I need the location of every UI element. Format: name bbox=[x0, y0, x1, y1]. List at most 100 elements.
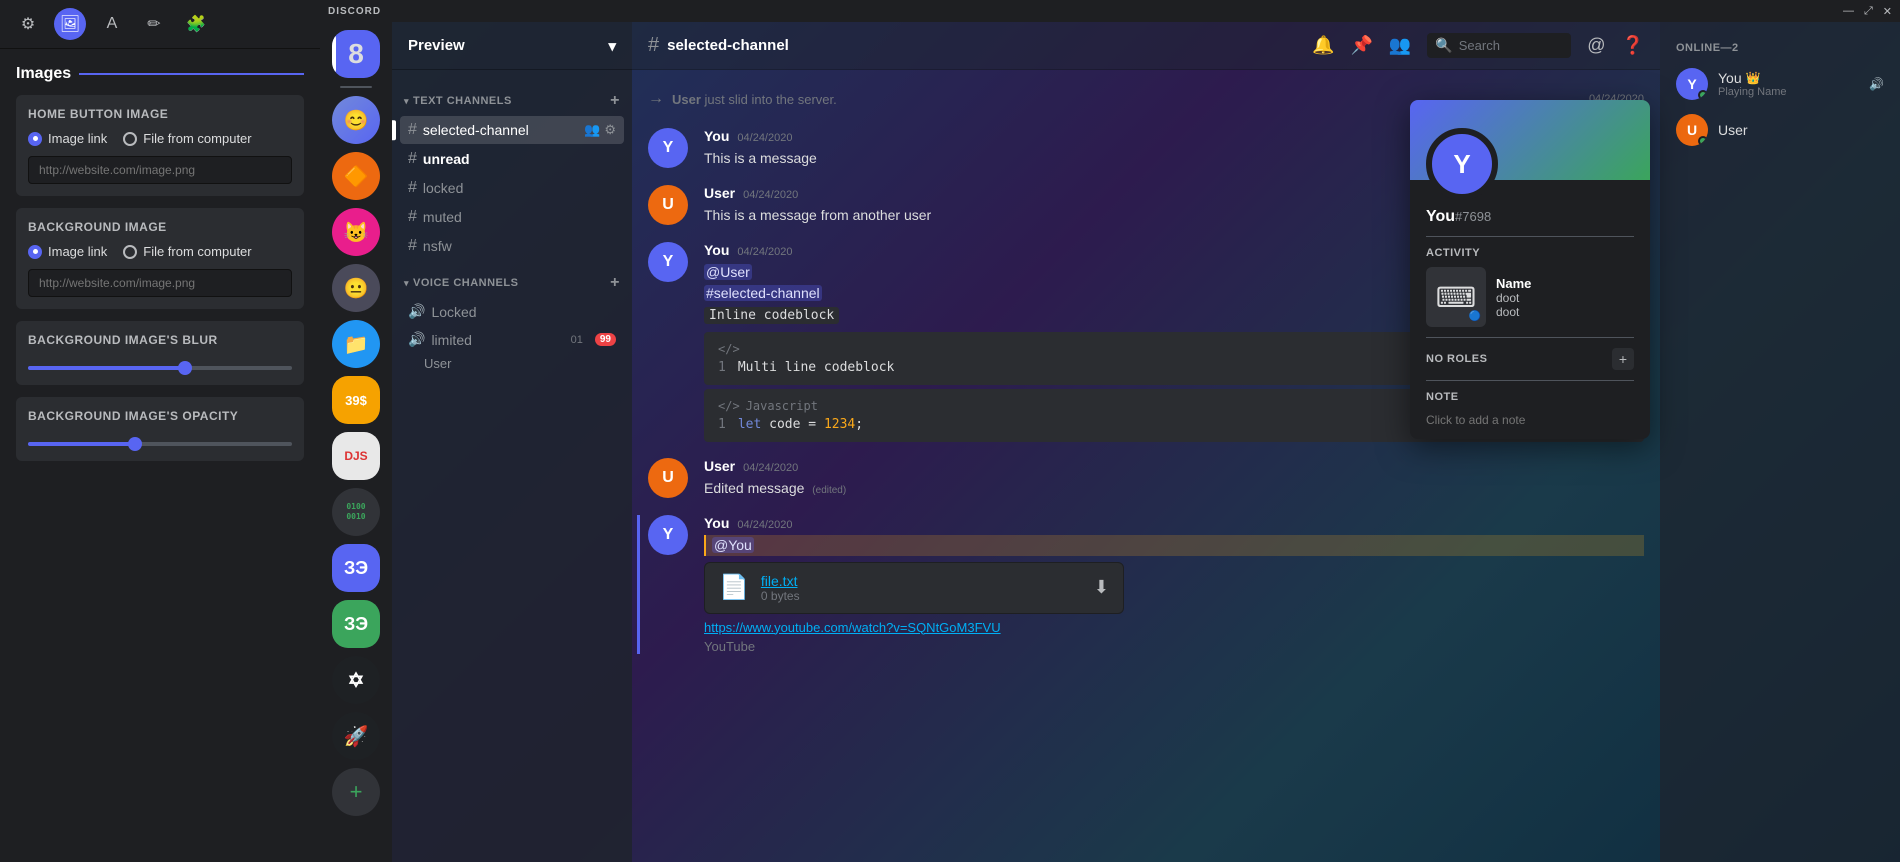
pin-icon[interactable]: 📌 bbox=[1350, 35, 1372, 56]
hash-icon-locked: # bbox=[408, 179, 417, 197]
minimize-button[interactable]: — bbox=[1843, 5, 1854, 18]
add-voice-channel-icon[interactable]: + bbox=[610, 274, 620, 292]
bg-image-link-option[interactable]: Image link bbox=[28, 244, 107, 259]
home-file-option[interactable]: File from computer bbox=[123, 131, 251, 146]
avatar-user-1: U bbox=[648, 185, 688, 225]
member-activity-you: Playing Name bbox=[1718, 86, 1786, 98]
home-button-image-group: Home button image Image link File from c… bbox=[16, 95, 304, 196]
image-toolbar-icon[interactable]: 🖼 bbox=[54, 8, 86, 40]
home-button-radio-group: Image link File from computer bbox=[28, 131, 292, 146]
server-header-chevron: ▾ bbox=[608, 37, 616, 55]
members-list-icon[interactable]: 👥 bbox=[1389, 35, 1411, 56]
close-button[interactable]: ✕ bbox=[1883, 5, 1892, 18]
puzzle-toolbar-icon[interactable]: 🧩 bbox=[180, 8, 212, 40]
voice-channel-name-locked: Locked bbox=[431, 304, 476, 320]
help-icon[interactable]: ❓ bbox=[1622, 35, 1644, 56]
server-active-pill bbox=[332, 34, 336, 74]
voice-user-item: User bbox=[400, 354, 624, 373]
bg-image-link-radio[interactable] bbox=[28, 245, 42, 259]
channel-item-unread[interactable]: # unread bbox=[400, 145, 624, 173]
channel-item-locked[interactable]: # locked bbox=[400, 174, 624, 202]
home-file-radio[interactable] bbox=[123, 132, 137, 146]
self-mention[interactable]: @You bbox=[712, 537, 754, 553]
inline-code: Inline codeblock bbox=[704, 307, 839, 324]
message-text-you-3: @You bbox=[704, 535, 1644, 556]
link-url[interactable]: https://www.youtube.com/watch?v=SQNtGoM3… bbox=[704, 620, 1124, 635]
profile-divider-1 bbox=[1426, 236, 1634, 237]
left-panel: ⚙ 🖼 A ✏ 🧩 Images Home button image Image… bbox=[0, 0, 320, 862]
server-header[interactable]: Preview ▾ bbox=[392, 22, 632, 70]
gear-toolbar-icon[interactable]: ⚙ bbox=[12, 8, 44, 40]
header-icons: 🔔 📌 👥 🔍 Search @ ❓ bbox=[1312, 33, 1644, 58]
activity-detail-1: doot bbox=[1496, 291, 1634, 305]
profile-activity: ⌨ 🔵 Name doot doot bbox=[1426, 267, 1634, 327]
voice-channels-category[interactable]: ▾ VOICE CHANNELS + bbox=[400, 270, 624, 296]
channel-list: ▾ TEXT CHANNELS + # selected-channel 👥 ⚙ bbox=[392, 70, 632, 862]
message-header-you-3: You 04/24/2020 bbox=[704, 515, 1644, 531]
text-channels-category[interactable]: ▾ TEXT CHANNELS + bbox=[400, 88, 624, 114]
search-bar[interactable]: 🔍 Search bbox=[1427, 33, 1571, 58]
server-icon-bin[interactable]: 01000010 bbox=[332, 488, 380, 536]
home-image-link-radio[interactable] bbox=[28, 132, 42, 146]
home-image-url-input[interactable] bbox=[28, 156, 292, 184]
add-server-button[interactable]: + bbox=[332, 768, 380, 816]
pen-toolbar-icon[interactable]: ✏ bbox=[138, 8, 170, 40]
server-icon-8[interactable]: 8 bbox=[332, 30, 380, 78]
add-text-channel-icon[interactable]: + bbox=[610, 92, 620, 110]
text-toolbar-icon[interactable]: A bbox=[96, 8, 128, 40]
add-role-button[interactable]: + bbox=[1612, 348, 1634, 370]
member-name-user: User bbox=[1718, 122, 1748, 138]
download-icon[interactable]: ⬇ bbox=[1094, 577, 1109, 598]
roles-section-title: NO ROLES bbox=[1426, 353, 1487, 365]
home-image-link-option[interactable]: Image link bbox=[28, 131, 107, 146]
channel-item-nsfw[interactable]: # nsfw bbox=[400, 232, 624, 260]
server-icon-djs[interactable]: DJS bbox=[332, 432, 380, 480]
member-item-user[interactable]: U User bbox=[1668, 108, 1892, 152]
bell-icon[interactable]: 🔔 bbox=[1312, 35, 1334, 56]
server-icon-1[interactable]: 😊 bbox=[332, 96, 380, 144]
server-icon-star[interactable]: ✡ bbox=[332, 656, 380, 704]
file-name[interactable]: file.txt bbox=[761, 573, 1082, 589]
member-avatar-user: U bbox=[1676, 114, 1708, 146]
file-size: 0 bytes bbox=[761, 589, 1082, 603]
server-icon-2[interactable]: 🔶 bbox=[332, 152, 380, 200]
discord-main: 8 😊 🔶 😺 😐 📁 39$ DJS bbox=[320, 22, 1900, 862]
bg-file-option[interactable]: File from computer bbox=[123, 244, 251, 259]
maximize-button[interactable]: ⤢ bbox=[1864, 5, 1873, 18]
note-input[interactable] bbox=[1426, 413, 1634, 427]
voice-badge-01: 01 bbox=[571, 334, 583, 346]
server-icon-b1[interactable]: ЗЭ bbox=[332, 544, 380, 592]
opacity-slider[interactable] bbox=[28, 442, 292, 446]
at-icon[interactable]: @ bbox=[1587, 35, 1605, 56]
server-icon-3[interactable]: 😺 bbox=[332, 208, 380, 256]
voice-badge-99: 99 bbox=[595, 333, 616, 346]
blur-slider[interactable] bbox=[28, 366, 292, 370]
background-opacity-label: Background image's opacity bbox=[28, 409, 292, 423]
server-icon-6[interactable]: 39$ bbox=[332, 376, 380, 424]
server-icon-4[interactable]: 😐 bbox=[332, 264, 380, 312]
file-attachment: 📄 file.txt 0 bytes ⬇ bbox=[704, 562, 1124, 614]
hash-icon-nsfw: # bbox=[408, 237, 417, 255]
link-site-name: YouTube bbox=[704, 639, 1124, 654]
message-author-you-1: You bbox=[704, 128, 729, 144]
channel-item-muted[interactable]: # muted bbox=[400, 203, 624, 231]
voice-channel-locked[interactable]: 🔊 Locked bbox=[400, 298, 624, 325]
members-icon[interactable]: 👥 bbox=[584, 122, 600, 138]
profile-avatar: Y bbox=[1426, 128, 1498, 200]
left-panel-content: Images Home button image Image link File… bbox=[0, 49, 320, 862]
settings-icon[interactable]: ⚙ bbox=[604, 122, 616, 138]
server-icon-5[interactable]: 📁 bbox=[332, 320, 380, 368]
member-item-you[interactable]: Y You 👑 Playing Name 🔊 bbox=[1668, 62, 1892, 106]
server-name: Preview bbox=[408, 37, 465, 54]
server-icon-b2[interactable]: ЗЭ bbox=[332, 600, 380, 648]
server-icon-rocket[interactable]: 🚀 bbox=[332, 712, 380, 760]
background-image-url-input[interactable] bbox=[28, 269, 292, 297]
chat-header-hash-icon: # bbox=[648, 34, 659, 57]
message-timestamp-you-2: 04/24/2020 bbox=[737, 246, 792, 258]
channel-item-selected[interactable]: # selected-channel 👥 ⚙ bbox=[400, 116, 624, 144]
voice-channel-limited[interactable]: 🔊 limited 01 99 bbox=[400, 326, 624, 353]
channel-mention[interactable]: #selected-channel bbox=[704, 285, 822, 301]
user-mention[interactable]: @User bbox=[704, 264, 752, 280]
bg-file-radio[interactable] bbox=[123, 245, 137, 259]
file-type-icon: 📄 bbox=[719, 573, 749, 602]
